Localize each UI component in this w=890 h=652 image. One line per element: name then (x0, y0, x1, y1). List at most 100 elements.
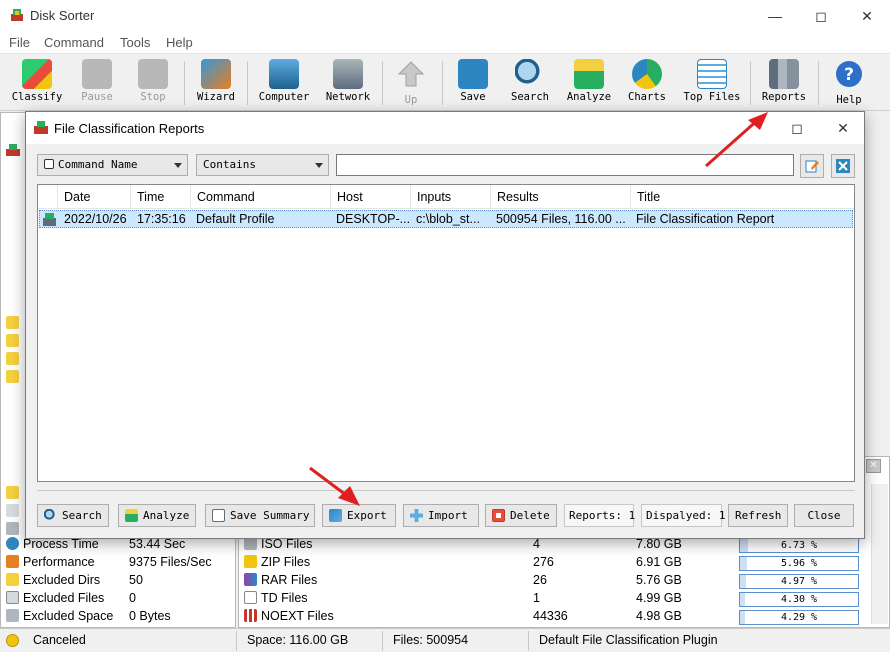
dialog-close-button[interactable]: ✕ (820, 112, 866, 144)
refresh-button[interactable]: Refresh (728, 504, 788, 527)
clear-filter-button[interactable] (831, 154, 855, 178)
close-dialog-button[interactable]: Close (794, 504, 854, 527)
column-header-icon[interactable] (38, 185, 58, 209)
charts-button[interactable]: Charts (622, 59, 672, 109)
cell-host: DESKTOP-... (336, 212, 411, 226)
category-row[interactable]: NOEXT Files (244, 609, 334, 627)
toolbar-separator (442, 61, 443, 105)
stop-button[interactable]: Stop (128, 59, 178, 109)
folder-icon (6, 352, 23, 366)
edit-filter-button[interactable] (800, 154, 824, 178)
pause-icon (82, 59, 112, 89)
reports-button[interactable]: Reports (756, 59, 812, 109)
save-summary-button[interactable]: Save Summary (205, 504, 315, 527)
analyze-report-button[interactable]: Analyze (118, 504, 196, 527)
computer-icon (269, 59, 299, 89)
file-icon (6, 522, 23, 536)
maximize-button[interactable]: ◻ (798, 0, 844, 32)
stat-value: 9375 Files/Sec (129, 555, 212, 569)
menu-command[interactable]: Command (44, 35, 104, 50)
category-row[interactable]: ZIP Files (244, 555, 310, 573)
menu-bar: File Command Tools Help (0, 32, 890, 54)
category-row[interactable]: RAR Files (244, 573, 317, 591)
import-button[interactable]: Import (403, 504, 479, 527)
filter-mode-select[interactable]: Contains (196, 154, 329, 176)
save-icon (458, 59, 488, 89)
report-icon (43, 213, 56, 226)
reports-icon (769, 59, 799, 89)
column-header-time[interactable]: Time (131, 185, 191, 209)
close-panel-icon[interactable]: ✕ (866, 459, 881, 473)
toolbar-separator (750, 61, 751, 105)
plus-icon (410, 509, 423, 522)
stat-value: 50 (129, 573, 143, 587)
column-header-command[interactable]: Command (191, 185, 331, 209)
search-report-button[interactable]: Search (37, 504, 109, 527)
delete-icon (492, 509, 505, 522)
results-scrollbar[interactable] (871, 484, 888, 624)
reports-dialog: File Classification Reports ◻ ✕ Command … (25, 111, 865, 539)
column-header-results[interactable]: Results (491, 185, 631, 209)
chevron-down-icon (174, 163, 182, 168)
category-files: 276 (533, 555, 554, 569)
status-space: Space: 116.00 GB (247, 633, 349, 647)
category-space: 6.91 GB (636, 555, 682, 569)
category-space: 4.98 GB (636, 609, 682, 623)
status-divider (382, 631, 383, 651)
wizard-button[interactable]: Wizard (190, 59, 242, 109)
td-file-icon (244, 591, 257, 604)
category-percent-bar: 4.30 % (739, 592, 859, 607)
dialog-maximize-button[interactable]: ◻ (774, 112, 820, 144)
help-button[interactable]: ? Help (824, 59, 874, 109)
menu-file[interactable]: File (9, 35, 30, 50)
wizard-icon (201, 59, 231, 89)
top-files-icon (697, 59, 727, 89)
table-row[interactable]: 2022/10/26 17:35:16 Default Profile DESK… (39, 210, 853, 228)
search-icon (44, 509, 57, 522)
column-header-host[interactable]: Host (331, 185, 411, 209)
stat-row: Excluded Files (6, 591, 104, 609)
stat-row: Excluded Space (6, 609, 113, 627)
file-icon (6, 504, 23, 518)
column-header-date[interactable]: Date (58, 185, 131, 209)
folder-icon (6, 370, 23, 384)
reports-count: Reports: 1 (564, 504, 635, 527)
stat-value: 0 (129, 591, 136, 605)
column-header-inputs[interactable]: Inputs (411, 185, 491, 209)
category-row[interactable]: TD Files (244, 591, 308, 609)
cell-date: 2022/10/26 (64, 212, 127, 226)
pause-button[interactable]: Pause (72, 59, 122, 109)
stat-row: Process Time (6, 537, 99, 555)
computer-button[interactable]: Computer (254, 59, 314, 109)
category-percent-bar: 4.29 % (739, 610, 859, 625)
charts-icon (632, 59, 662, 89)
minimize-button[interactable]: — (752, 0, 798, 32)
category-files: 26 (533, 573, 547, 587)
menu-tools[interactable]: Tools (120, 35, 150, 50)
close-window-button[interactable]: ✕ (844, 0, 890, 32)
classify-button[interactable]: Classify (8, 59, 66, 109)
save-button[interactable]: Save (448, 59, 498, 109)
column-header-title[interactable]: Title (631, 185, 854, 209)
disk-icon (6, 609, 19, 622)
folder-icon (6, 334, 23, 348)
menu-help[interactable]: Help (166, 35, 193, 50)
search-button[interactable]: Search (504, 59, 556, 109)
delete-button[interactable]: Delete (485, 504, 557, 527)
filter-field-select[interactable]: Command Name (37, 154, 188, 176)
annotation-arrow (705, 112, 768, 168)
chevron-down-icon (315, 163, 323, 168)
stop-icon (138, 59, 168, 89)
category-space: 7.80 GB (636, 537, 682, 551)
analyze-button[interactable]: Analyze (562, 59, 616, 109)
top-files-button[interactable]: Top Files (680, 59, 744, 109)
table-header: Date Time Command Host Inputs Results Ti… (38, 185, 854, 209)
up-button[interactable]: Up (388, 59, 434, 109)
category-row[interactable]: ISO Files (244, 537, 312, 555)
category-files: 44336 (533, 609, 568, 623)
network-button[interactable]: Network (320, 59, 376, 109)
help-icon: ? (836, 61, 862, 87)
window-title: Disk Sorter (30, 8, 95, 23)
export-icon (329, 509, 342, 522)
toolbar-separator (382, 61, 383, 105)
